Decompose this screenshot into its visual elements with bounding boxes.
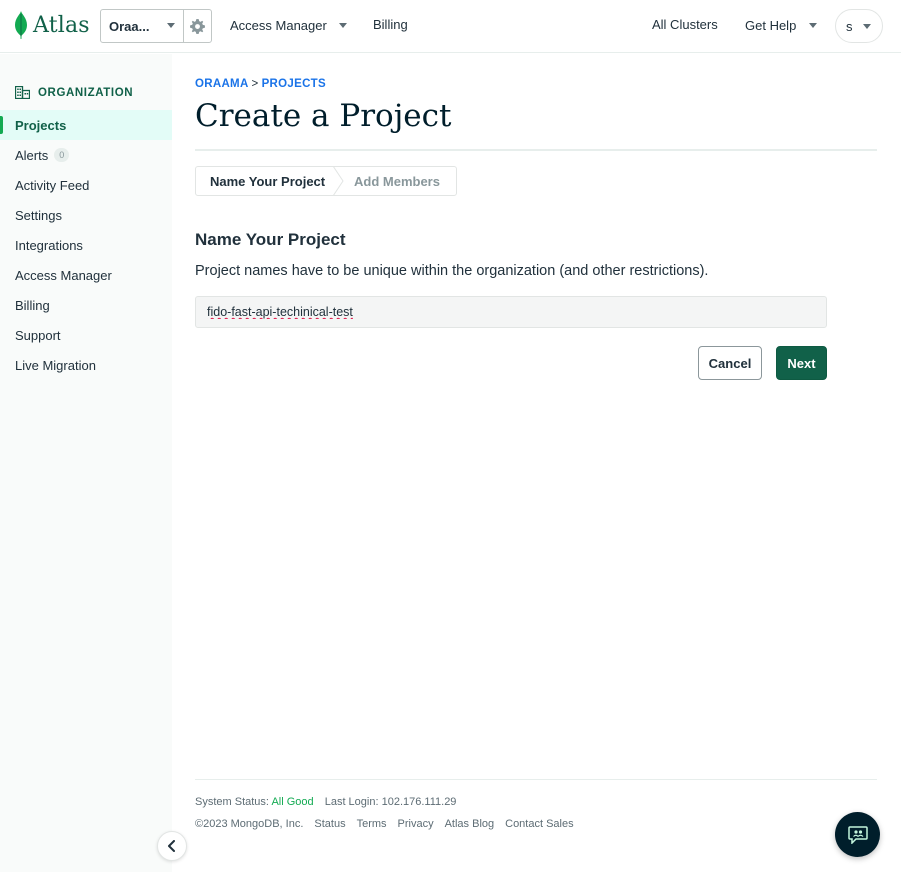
sidebar: ORGANIZATION Projects Alerts 0 Activity … [0,54,172,872]
top-navigation-bar: Atlas Oraa... Access Manager Billing All… [0,0,901,53]
next-button[interactable]: Next [776,346,827,380]
footer-links: ©2023 MongoDB, Inc. Status Terms Privacy… [195,818,574,830]
get-help-menu[interactable]: Get Help [745,18,817,33]
sidebar-item-activity-feed[interactable]: Activity Feed [0,170,172,200]
sidebar-header-label: ORGANIZATION [38,86,134,99]
user-menu[interactable]: s [835,9,883,43]
last-login-label: Last Login: [324,796,379,808]
page-title: Create a Project [195,98,452,134]
mongodb-leaf-icon [15,11,27,39]
wizard-steps: Name Your Project Add Members [195,166,457,196]
sidebar-item-label: Projects [15,117,67,133]
atlas-logo[interactable]: Atlas [14,10,90,40]
title-divider [195,149,877,151]
step-add-members[interactable]: Add Members [336,167,456,195]
section-description: Project names have to be unique within t… [195,263,709,279]
access-manager-menu[interactable]: Access Manager [230,18,348,33]
org-name: Oraa... [109,18,150,34]
billing-link[interactable]: Billing [373,17,408,32]
sidebar-item-label: Billing [15,297,50,313]
breadcrumb: ORAAMA > PROJECTS [195,78,326,90]
organization-selector[interactable]: Oraa... [100,9,212,43]
footer-link-terms[interactable]: Terms [357,818,387,830]
sidebar-item-label: Settings [15,207,62,223]
logo-text: Atlas [33,12,90,38]
cancel-button[interactable]: Cancel [698,346,762,380]
breadcrumb-org[interactable]: ORAAMA [195,78,249,90]
caret-down-icon [808,23,817,28]
caret-down-icon [862,23,871,29]
user-initial: s [846,18,853,34]
breadcrumb-separator: > [251,78,259,90]
building-icon [15,86,30,99]
sidebar-item-support[interactable]: Support [0,320,172,350]
sidebar-item-label: Live Migration [15,357,96,373]
footer-link-status[interactable]: Status [314,818,345,830]
copyright-text: ©2023 MongoDB, Inc. [195,818,304,830]
sidebar-item-live-migration[interactable]: Live Migration [0,350,172,380]
last-login-ip: 102.176.111.29 [381,796,457,808]
sidebar-item-label: Integrations [15,237,83,253]
sidebar-item-label: Support [15,327,61,343]
get-help-label: Get Help [745,18,797,33]
sidebar-item-billing[interactable]: Billing [0,290,172,320]
chevron-left-icon [168,840,175,852]
sidebar-item-access-manager[interactable]: Access Manager [0,260,172,290]
breadcrumb-projects[interactable]: PROJECTS [262,78,326,90]
sidebar-item-alerts[interactable]: Alerts 0 [0,140,172,170]
caret-down-icon [167,23,175,28]
all-clusters-link[interactable]: All Clusters [652,17,718,32]
sidebar-item-label: Activity Feed [15,177,90,193]
sidebar-header: ORGANIZATION [15,86,133,99]
step-name-your-project[interactable]: Name Your Project [196,167,336,195]
caret-down-icon [339,23,348,28]
collapse-sidebar-button[interactable] [157,831,187,861]
sidebar-item-settings[interactable]: Settings [0,200,172,230]
project-name-input[interactable] [195,296,827,328]
org-dropdown[interactable]: Oraa... [101,10,184,42]
org-settings-button[interactable] [184,10,211,42]
chat-support-button[interactable] [835,812,880,857]
footer-link-atlas-blog[interactable]: Atlas Blog [445,818,495,830]
sidebar-item-projects[interactable]: Projects [0,110,172,140]
sidebar-item-label: Alerts [15,147,49,163]
footer-link-contact-sales[interactable]: Contact Sales [505,818,573,830]
sidebar-item-label: Access Manager [15,267,112,283]
section-title: Name Your Project [195,230,346,249]
footer-link-privacy[interactable]: Privacy [398,818,434,830]
system-status-label: System Status: [195,796,269,808]
alerts-count-badge: 0 [54,148,70,162]
system-status-value[interactable]: All Good [271,796,313,808]
footer-divider [195,779,877,780]
chat-icon [847,825,868,844]
gear-icon [190,18,205,34]
sidebar-item-integrations[interactable]: Integrations [0,230,172,260]
footer-status: System Status: All Good Last Login: 102.… [195,796,456,808]
access-manager-label: Access Manager [230,18,327,33]
